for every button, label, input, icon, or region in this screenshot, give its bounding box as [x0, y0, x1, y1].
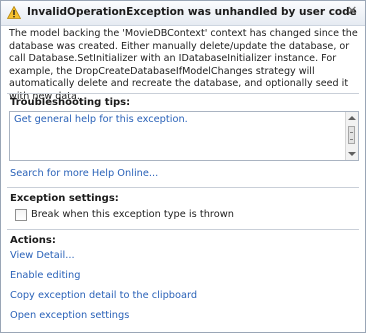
divider — [7, 229, 359, 230]
troubleshooting-tips-box: Get general help for this exception. — [9, 111, 359, 161]
divider — [7, 187, 359, 188]
warning-icon — [7, 6, 21, 19]
tip-link-general-help[interactable]: Get general help for this exception. — [14, 114, 188, 125]
troubleshooting-heading: Troubleshooting tips: — [10, 97, 131, 108]
close-icon[interactable]: ✕ — [345, 4, 359, 20]
scroll-down-arrow-icon[interactable] — [348, 152, 356, 156]
view-detail-link[interactable]: View Detail... — [10, 250, 75, 261]
copy-exception-detail-link[interactable]: Copy exception detail to the clipboard — [10, 290, 197, 301]
scroll-up-arrow-icon[interactable] — [348, 116, 356, 120]
search-help-online-link[interactable]: Search for more Help Online... — [10, 168, 158, 179]
actions-heading: Actions: — [10, 235, 56, 246]
open-exception-settings-link[interactable]: Open exception settings — [10, 310, 129, 321]
exception-settings-heading: Exception settings: — [10, 193, 119, 204]
tips-scrollbar[interactable] — [345, 112, 358, 160]
break-on-exception-label[interactable]: Break when this exception type is thrown — [31, 209, 234, 220]
enable-editing-link[interactable]: Enable editing — [10, 270, 80, 281]
divider — [7, 93, 359, 94]
exception-assistant-dialog: InvalidOperationException was unhandled … — [0, 0, 366, 333]
dialog-title: InvalidOperationException was unhandled … — [27, 6, 357, 18]
break-on-exception-checkbox[interactable] — [15, 209, 27, 221]
title-bar: InvalidOperationException was unhandled … — [1, 1, 365, 26]
scroll-thumb[interactable] — [348, 126, 355, 144]
